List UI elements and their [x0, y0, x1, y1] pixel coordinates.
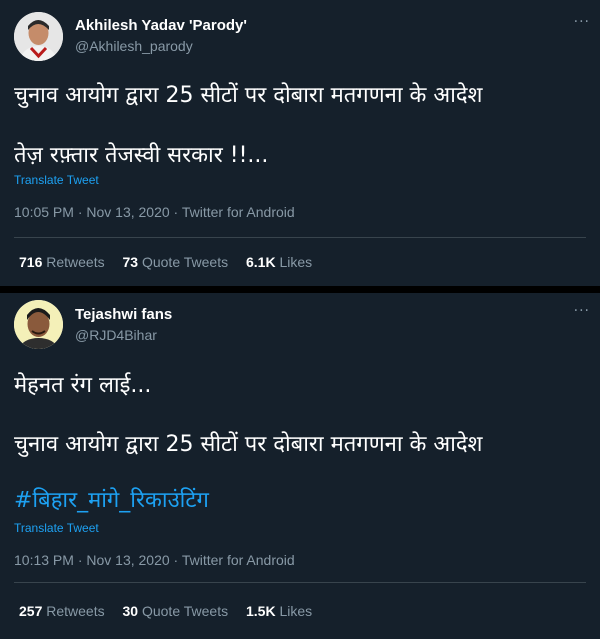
- likes-stat[interactable]: 1.5K Likes: [246, 603, 312, 619]
- tweet-text-line: चुनाव आयोग द्वारा 25 सीटों पर दोबारा मतग…: [14, 432, 483, 457]
- tweet-text-line: मेहनत रंग लाई...: [14, 373, 152, 398]
- quote-tweets-stat[interactable]: 30 Quote Tweets: [123, 603, 229, 619]
- avatar[interactable]: [14, 300, 63, 349]
- tweet-timestamp[interactable]: 10:13 PM · Nov 13, 2020 · Twitter for An…: [14, 552, 295, 568]
- quote-tweets-stat[interactable]: 73 Quote Tweets: [123, 254, 229, 270]
- user-handle[interactable]: @RJD4Bihar: [75, 327, 157, 343]
- display-name[interactable]: Tejashwi fans: [75, 306, 172, 323]
- retweets-stat[interactable]: 716 Retweets: [19, 254, 105, 270]
- user-handle[interactable]: @Akhilesh_parody: [75, 38, 193, 54]
- engagement-stats: 716 Retweets 73 Quote Tweets 6.1K Likes: [19, 254, 326, 270]
- tweet-timestamp[interactable]: 10:05 PM · Nov 13, 2020 · Twitter for An…: [14, 204, 295, 220]
- tweet-card[interactable]: Akhilesh Yadav 'Parody' @Akhilesh_parody…: [0, 0, 600, 286]
- likes-stat[interactable]: 6.1K Likes: [246, 254, 312, 270]
- tweet-text-line: चुनाव आयोग द्वारा 25 सीटों पर दोबारा मतग…: [14, 83, 483, 108]
- avatar[interactable]: [14, 12, 63, 61]
- display-name[interactable]: Akhilesh Yadav 'Parody': [75, 17, 247, 34]
- more-options-icon[interactable]: ···: [574, 14, 590, 30]
- divider: [14, 237, 586, 238]
- hashtag-link[interactable]: #बिहार_मांगे_रिकाउंटिंग: [14, 484, 209, 514]
- translate-tweet-link[interactable]: Translate Tweet: [14, 521, 99, 535]
- tweet-card[interactable]: Tejashwi fans @RJD4Bihar ··· मेहनत रंग ल…: [0, 293, 600, 639]
- retweets-stat[interactable]: 257 Retweets: [19, 603, 105, 619]
- translate-tweet-link[interactable]: Translate Tweet: [14, 173, 99, 187]
- divider: [14, 582, 586, 583]
- tweet-text-line: तेज़ रफ़्तार तेजस्वी सरकार !!...: [14, 143, 269, 168]
- more-options-icon[interactable]: ···: [574, 303, 590, 319]
- engagement-stats: 257 Retweets 30 Quote Tweets 1.5K Likes: [19, 603, 326, 619]
